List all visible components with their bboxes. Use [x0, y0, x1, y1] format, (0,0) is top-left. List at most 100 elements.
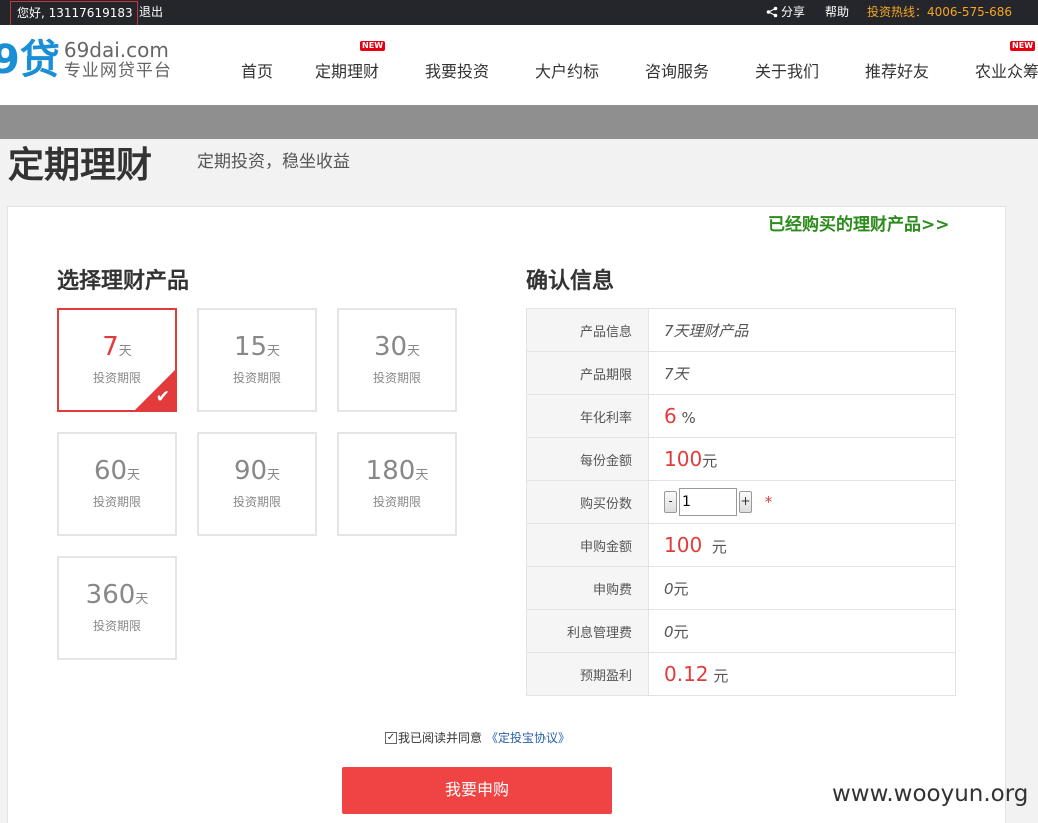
unit-amount-value: 100 — [664, 447, 703, 471]
product-card-60d[interactable]: 60天 投资期限 — [57, 432, 177, 536]
subscribe-amount-unit: 元 — [711, 538, 727, 556]
product-days-unit: 天 — [118, 344, 132, 359]
nav-item-crowdfunding[interactable]: 农业众筹 NEW — [975, 41, 1038, 82]
logo-mark: 9贷 — [0, 37, 60, 83]
subscribe-button[interactable]: 我要申购 — [342, 767, 612, 814]
confirm-info-title: 确认信息 — [526, 269, 615, 294]
fee-value: 0 — [664, 579, 674, 598]
product-card-180d[interactable]: 180天 投资期限 — [337, 432, 457, 536]
info-label: 产品信息 — [526, 308, 649, 352]
product-days-unit: 天 — [407, 344, 421, 359]
info-value: 7天理财产品 — [648, 308, 956, 352]
product-days: 90 — [233, 456, 268, 486]
product-card-360d[interactable]: 360天 投资期限 — [57, 556, 177, 660]
info-label: 购买份数 — [526, 480, 649, 524]
product-days: 360 — [85, 580, 136, 610]
nav-item-about[interactable]: 关于我们 — [755, 58, 819, 82]
nav-item-fixed-finance[interactable]: 定期理财 NEW — [315, 41, 386, 82]
fee-unit: 元 — [673, 579, 689, 598]
logo-domain: 69dai.com — [63, 38, 169, 62]
info-label: 申购金额 — [526, 523, 649, 567]
info-row-mgmt-fee: 利息管理费 0元 — [526, 609, 956, 653]
select-product-title: 选择理财产品 — [57, 269, 190, 294]
product-days: 7 — [102, 332, 119, 362]
info-row-rate: 年化利率 6 % — [526, 394, 956, 438]
nav-item-vip-bid[interactable]: 大户约标 — [535, 58, 599, 82]
nav-label: 定期理财 — [315, 62, 380, 81]
profit-unit: 元 — [713, 667, 729, 685]
help-link[interactable]: 帮助 — [825, 3, 849, 20]
product-label: 投资期限 — [92, 495, 141, 509]
info-row-term: 产品期限 7天 — [526, 351, 956, 395]
nav-item-consulting[interactable]: 咨询服务 — [645, 58, 709, 82]
product-days-unit: 天 — [415, 468, 429, 483]
product-days-unit: 天 — [267, 468, 281, 483]
site-header: 9贷 69dai.com 专业网贷平台 首页 定期理财 NEW 我要投资 大户约… — [0, 25, 1038, 105]
product-label: 投资期限 — [92, 619, 141, 633]
info-label: 预期盈利 — [526, 652, 649, 696]
nav-item-invest[interactable]: 我要投资 — [425, 58, 489, 82]
protocol-link[interactable]: 《定投宝协议》 — [486, 729, 570, 746]
user-greeting: 您好, 13117619183 — [10, 1, 138, 27]
product-card-7d[interactable]: 7天 投资期限 ✔ — [57, 308, 177, 412]
quantity-input[interactable] — [679, 488, 737, 516]
new-badge: NEW — [360, 41, 386, 51]
decrement-button[interactable]: - — [664, 491, 677, 513]
nav-label: 大户约标 — [535, 62, 600, 81]
product-days: 30 — [373, 332, 408, 362]
info-row-profit: 预期盈利 0.12 元 — [526, 652, 956, 696]
info-label: 产品期限 — [526, 351, 649, 395]
info-row-fee: 申购费 0元 — [526, 566, 956, 610]
nav-label: 农业众筹 — [975, 62, 1038, 81]
mgmt-fee-unit: 元 — [673, 622, 689, 641]
nav-label: 推荐好友 — [865, 62, 930, 81]
nav-label: 咨询服务 — [645, 62, 710, 81]
nav-label: 关于我们 — [755, 62, 820, 81]
nav-item-referral[interactable]: 推荐好友 — [865, 58, 929, 82]
product-label: 投资期限 — [232, 495, 281, 509]
required-marker: * — [764, 492, 773, 511]
product-card-15d[interactable]: 15天 投资期限 — [197, 308, 317, 412]
product-label: 投资期限 — [232, 371, 281, 385]
nav-label: 我要投资 — [425, 62, 490, 81]
watermark: www.wooyun.org — [832, 781, 1029, 807]
page-subtitle: 定期投资，稳坐收益 — [197, 152, 350, 172]
product-days-unit: 天 — [127, 468, 141, 483]
subscribe-amount-value: 100 — [664, 533, 703, 557]
info-label: 每份金额 — [526, 437, 649, 481]
product-days: 180 — [365, 456, 416, 486]
nav-label: 首页 — [241, 62, 274, 81]
share-icon — [766, 6, 778, 17]
logout-link[interactable]: 退出 — [139, 3, 163, 20]
unit-amount-unit: 元 — [702, 452, 718, 470]
page-title: 定期理财 — [8, 145, 153, 186]
submenu-bar — [0, 105, 1038, 139]
share-link[interactable]: 分享 — [766, 3, 805, 20]
top-bar: 您好, 13117619183 退出 分享 帮助 投资热线：4006-575-6… — [0, 0, 1038, 27]
quantity-stepper: - + — [664, 488, 752, 516]
profit-value: 0.12 — [664, 662, 709, 686]
agreement-row: ✓ 我已阅读并同意 《定投宝协议》 — [385, 729, 570, 746]
info-value: 7天 — [648, 351, 956, 395]
product-days: 15 — [233, 332, 268, 362]
product-days: 60 — [93, 456, 128, 486]
rate-value: 6 — [664, 404, 677, 428]
product-card-90d[interactable]: 90天 投资期限 — [197, 432, 317, 536]
product-days-unit: 天 — [267, 344, 281, 359]
product-card-30d[interactable]: 30天 投资期限 — [337, 308, 457, 412]
purchased-products-link[interactable]: 已经购买的理财产品>> — [768, 210, 950, 235]
hotline-text: 投资热线：4006-575-686 — [867, 5, 1013, 19]
info-row-unit-amount: 每份金额 100元 — [526, 437, 956, 481]
new-badge: NEW — [1010, 41, 1036, 51]
nav-item-home[interactable]: 首页 — [241, 58, 273, 82]
share-label: 分享 — [781, 5, 806, 19]
site-logo[interactable]: 9贷 69dai.com 专业网贷平台 — [0, 39, 172, 81]
product-days-unit: 天 — [135, 592, 149, 607]
info-row-quantity: 购买份数 - + * — [526, 480, 956, 524]
info-row-subscribe-amount: 申购金额 100 元 — [526, 523, 956, 567]
agreement-checkbox[interactable]: ✓ — [385, 731, 397, 744]
agreement-text: 我已阅读并同意 — [398, 731, 483, 745]
info-label: 申购费 — [526, 566, 649, 610]
info-label: 利息管理费 — [526, 609, 649, 653]
increment-button[interactable]: + — [739, 491, 752, 513]
